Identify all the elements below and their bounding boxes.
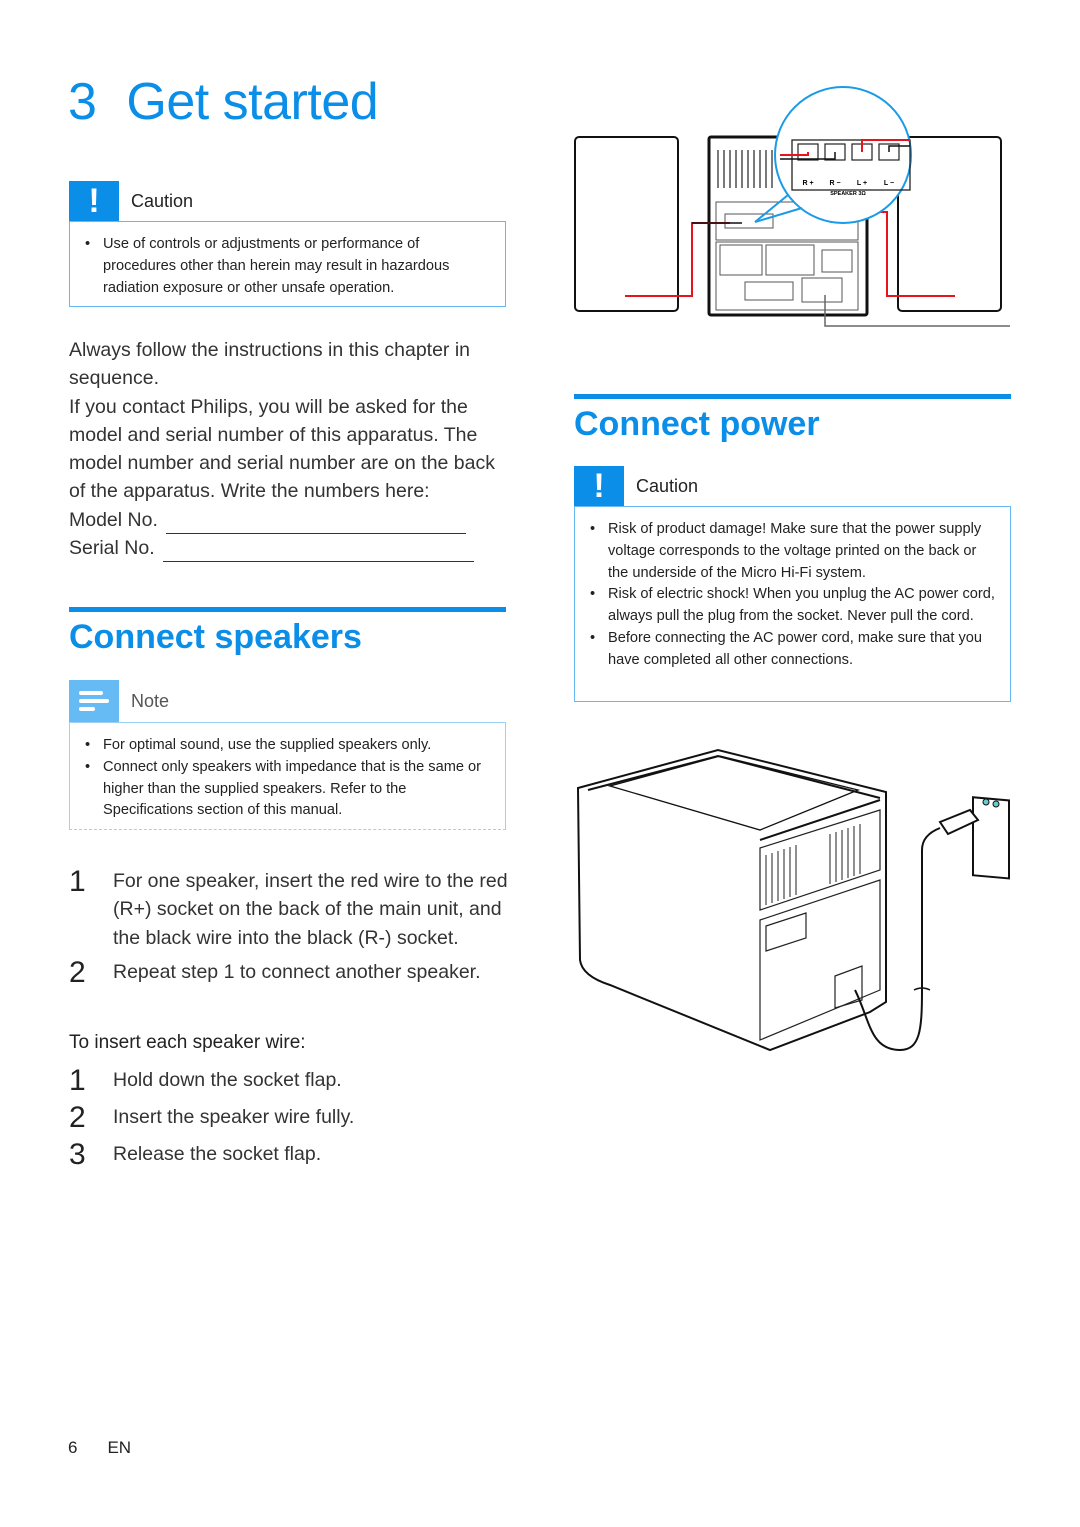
power-cord	[854, 827, 941, 1052]
serial-number-field[interactable]: Serial No.	[69, 534, 509, 563]
page-footer: 6 EN	[68, 1438, 131, 1458]
wall-socket	[972, 796, 1010, 880]
model-blank-line	[165, 514, 466, 535]
step-text: For one speaker, insert the red wire to …	[113, 870, 508, 949]
terminal-caption: SPEAKER 3Ω	[830, 191, 866, 197]
caution-callout-power: ! Caution Risk of product damage! Make s…	[574, 466, 1011, 702]
step-text: Insert the speaker wire fully.	[113, 1106, 355, 1128]
note-icon	[69, 680, 119, 722]
intro-text: Always follow the instructions in this c…	[69, 336, 509, 563]
serial-blank-line	[162, 542, 474, 563]
substep-item: 1 Hold down the socket flap.	[69, 1066, 509, 1096]
caution-label: Caution	[636, 475, 699, 496]
section-divider	[69, 607, 506, 612]
step-number: 3	[69, 1138, 86, 1171]
section-title-connect-speakers: Connect speakers	[69, 618, 362, 656]
caution-label: Caution	[131, 190, 194, 211]
step-text: Release the socket flap.	[113, 1143, 322, 1165]
serial-label: Serial No.	[69, 537, 155, 560]
chapter-title: 3 Get started	[68, 72, 379, 132]
main-unit-body	[576, 748, 887, 1052]
step-text: Hold down the socket flap.	[113, 1069, 342, 1091]
left-speaker	[574, 136, 679, 312]
step-number: 2	[69, 1101, 86, 1134]
subheading: To insert each speaker wire:	[69, 1032, 306, 1053]
caution-item: Risk of electric shock! When you unplug …	[587, 584, 998, 628]
terminal-label: L −	[884, 180, 894, 187]
exclamation-icon: !	[69, 181, 119, 221]
step-text: Repeat step 1 to connect another speaker…	[113, 960, 481, 983]
chapter-title-text: Get started	[126, 73, 379, 131]
speaker-connection-diagram: R + R − L + L − SPEAKER 3Ω	[574, 86, 1010, 327]
section-title-connect-power: Connect power	[574, 405, 820, 443]
wire-substeps: 1 Hold down the socket flap. 2 Insert th…	[69, 1066, 509, 1170]
exclamation-icon: !	[574, 466, 624, 506]
step-item: 1 For one speaker, insert the red wire t…	[69, 867, 509, 952]
page-number: 6	[68, 1438, 78, 1457]
substep-item: 3 Release the socket flap.	[69, 1140, 509, 1170]
section-divider	[574, 394, 1011, 399]
step-number: 1	[69, 1064, 86, 1097]
chapter-number: 3	[68, 73, 97, 131]
caution-box: Risk of product damage! Make sure that t…	[574, 506, 1011, 702]
note-item: For optimal sound, use the supplied spea…	[82, 735, 493, 757]
substep-item: 2 Insert the speaker wire fully.	[69, 1103, 509, 1133]
caution-item: Risk of product damage! Make sure that t…	[587, 519, 998, 584]
speaker-steps: 1 For one speaker, insert the red wire t…	[69, 867, 509, 988]
note-box: For optimal sound, use the supplied spea…	[69, 722, 506, 830]
right-speaker	[897, 136, 1002, 312]
note-label: Note	[131, 690, 170, 711]
intro-paragraph-2: If you contact Philips, you will be aske…	[69, 395, 495, 503]
step-number: 1	[69, 865, 86, 898]
model-label: Model No.	[69, 508, 158, 531]
note-item: Connect only speakers with impedance tha…	[82, 757, 493, 822]
power-connection-diagram	[576, 748, 1010, 1052]
caution-item: Use of controls or adjustments or perfor…	[82, 234, 493, 299]
caution-callout-top: ! Caution Use of controls or adjustments…	[69, 181, 506, 307]
step-item: 2 Repeat step 1 to connect another speak…	[69, 955, 509, 989]
caution-box: Use of controls or adjustments or perfor…	[69, 221, 506, 307]
intro-paragraph-1: Always follow the instructions in this c…	[69, 339, 471, 390]
terminal-label: R +	[802, 180, 813, 187]
step-number: 2	[69, 955, 86, 989]
note-callout: Note For optimal sound, use the supplied…	[69, 680, 506, 830]
model-number-field[interactable]: Model No.	[69, 506, 509, 535]
terminal-label: R −	[829, 180, 840, 187]
caution-item: Before connecting the AC power cord, mak…	[587, 628, 998, 672]
terminal-label: L +	[857, 180, 867, 187]
language-code: EN	[107, 1438, 132, 1457]
red-wire-right	[870, 211, 955, 297]
